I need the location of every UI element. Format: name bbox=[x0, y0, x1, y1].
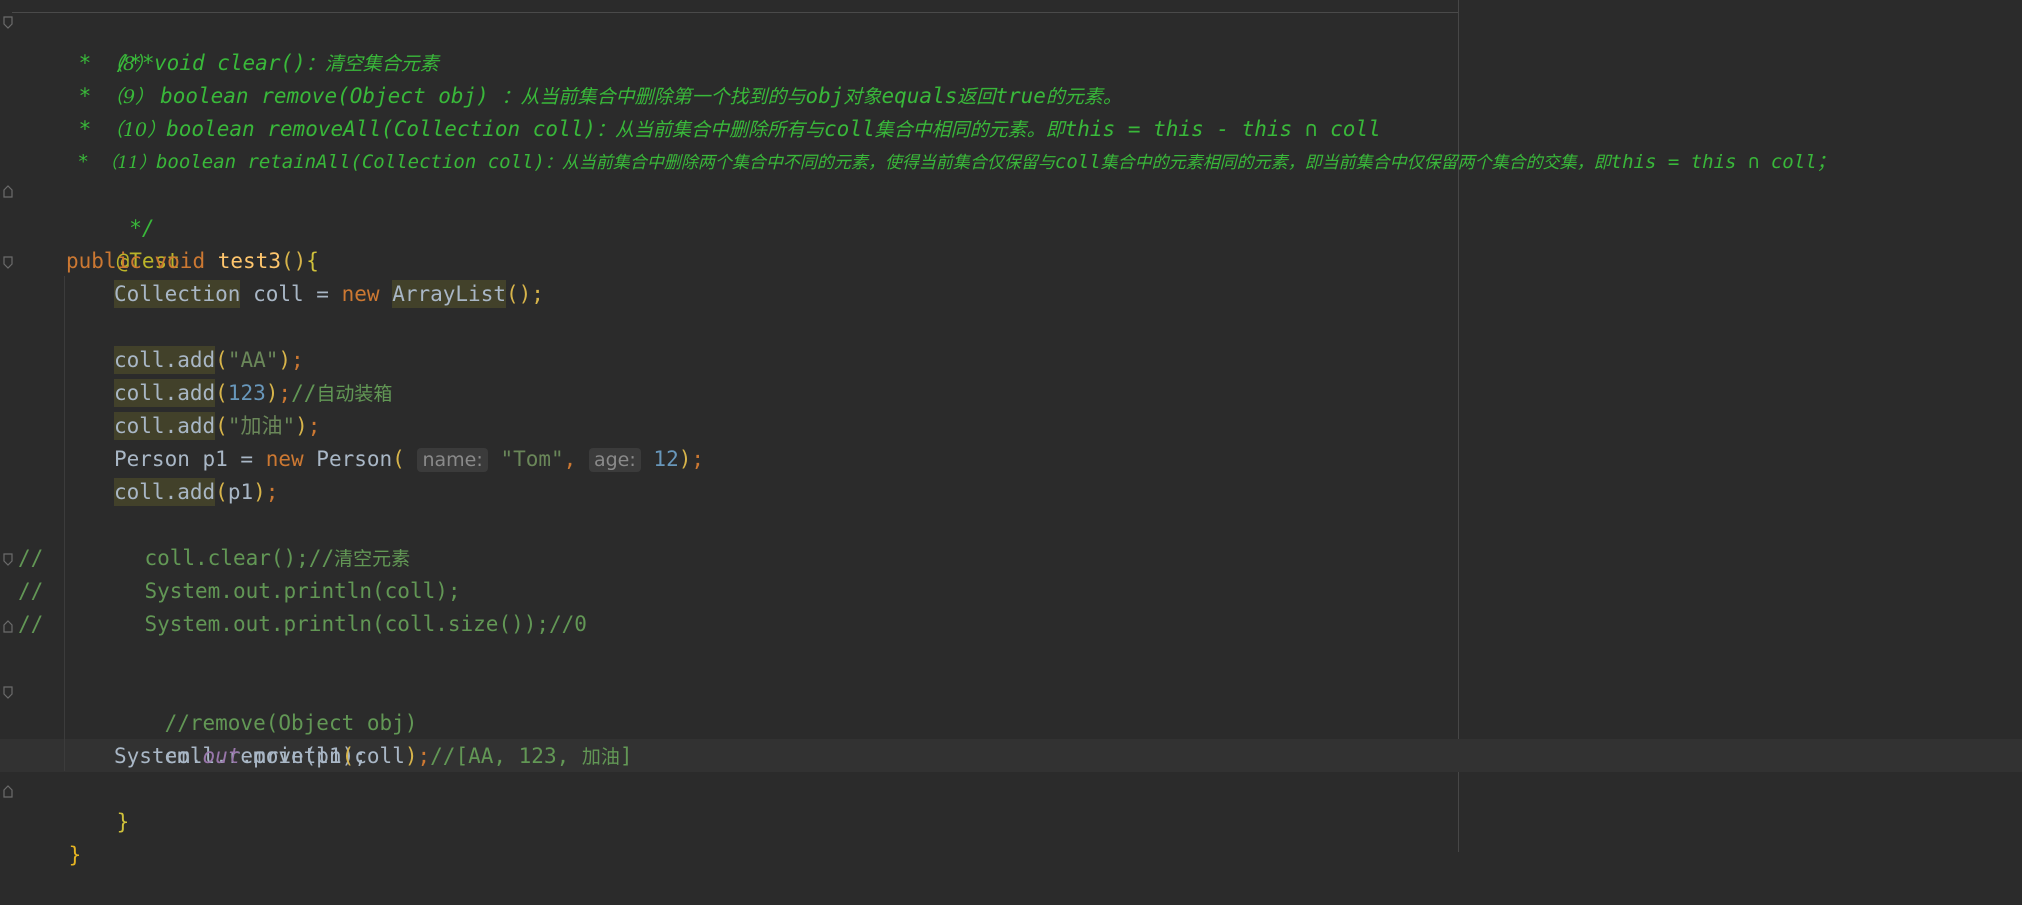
param-hint-name: name: bbox=[417, 448, 488, 472]
code-line-24: } bbox=[116, 810, 130, 834]
fold-start-icon[interactable] bbox=[3, 16, 13, 30]
fold-end-icon[interactable] bbox=[3, 184, 13, 198]
fold-end-icon[interactable] bbox=[3, 619, 13, 633]
code-line-4: * （10）boolean removeAll(Collection coll)… bbox=[66, 117, 1381, 141]
code-line-9: Collection coll = new ArrayList(); bbox=[114, 280, 544, 308]
code-line-8: public void test3(){ bbox=[66, 249, 319, 273]
editor-top-border bbox=[12, 12, 1458, 13]
code-line-5: * （11）boolean retainAll(Collection coll)… bbox=[66, 151, 1836, 173]
code-line-19: // System.out.println(coll.size());//0 bbox=[18, 612, 587, 636]
param-hint-age: age: bbox=[588, 448, 641, 472]
code-line-14: Person p1 = new Person( name: "Tom", age… bbox=[114, 447, 705, 472]
code-line-3: * （9） boolean remove(Object obj) ：从当前集合中… bbox=[66, 84, 1122, 108]
fold-gutter bbox=[0, 0, 14, 852]
code-line-7: @Test bbox=[66, 212, 180, 273]
code-line-2: * （8）void clear()：清空集合元素 bbox=[66, 51, 439, 75]
fold-start-icon[interactable] bbox=[3, 686, 13, 700]
code-line-1: /** bbox=[116, 51, 155, 75]
code-line-11: coll.add("AA"); bbox=[114, 346, 304, 374]
code-line-18: // System.out.println(coll); bbox=[18, 579, 461, 603]
code-line-22: coll.remove(p1); bbox=[164, 744, 367, 768]
code-line-25: } bbox=[68, 843, 82, 867]
code-line-21: //remove(Object obj) bbox=[164, 711, 418, 735]
code-line-23: System.out.println(coll);//[AA, 123, 加油] bbox=[114, 744, 633, 768]
indent-guide bbox=[64, 276, 65, 771]
code-line-15: coll.add(p1); bbox=[114, 478, 279, 506]
code-line-17: // coll.clear();//清空元素 bbox=[18, 546, 411, 570]
code-editor[interactable]: /** * （8）void clear()：清空集合元素 * （9） boole… bbox=[0, 0, 2022, 867]
fold-start-icon[interactable] bbox=[3, 553, 13, 567]
fold-start-icon[interactable] bbox=[3, 256, 13, 270]
code-line-6: */ bbox=[116, 216, 155, 240]
right-margin-guide bbox=[1458, 0, 1459, 852]
code-line-12: coll.add(123);//自动装箱 bbox=[114, 379, 393, 407]
fold-end-icon[interactable] bbox=[3, 784, 13, 798]
code-line-13: coll.add("加油"); bbox=[114, 412, 321, 440]
method-name: test3 bbox=[217, 249, 281, 273]
